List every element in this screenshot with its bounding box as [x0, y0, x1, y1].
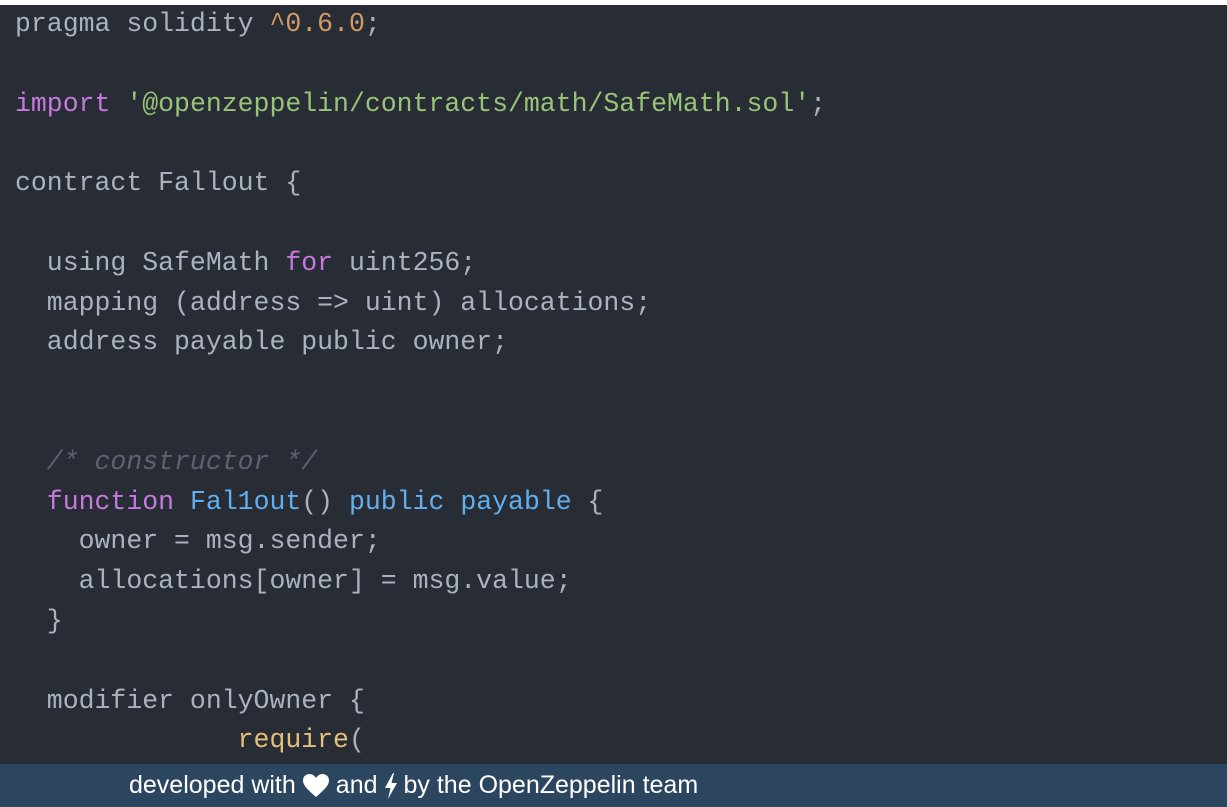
code-token-plain: uint256; — [333, 247, 477, 278]
code-token-string: '@openzeppelin/contracts/math/SafeMath.s… — [126, 88, 811, 119]
code-token-plain: contract Fallout { — [15, 168, 302, 199]
footer-credit: developed with and by the OpenZeppelin t… — [129, 764, 698, 807]
code-token-number: ^0.6.0 — [269, 9, 365, 39]
code-token-builtin: require — [237, 725, 349, 756]
code-token-plain: mapping (address => uint) allocations; — [15, 287, 652, 318]
code-token-plain: owner = msg.sender; — [15, 526, 381, 557]
code-block: pragma solidity ^0.6.0; import '@openzep… — [15, 5, 826, 761]
code-token-keyword: function — [46, 486, 175, 517]
code-line: owner = msg.sender; — [15, 522, 826, 562]
footer-middle: and — [335, 771, 378, 799]
code-token-plain: } — [15, 605, 63, 636]
code-token-plain: ( — [348, 725, 365, 756]
code-token-comment: /* constructor */ — [15, 446, 318, 477]
code-token-plain: { — [571, 486, 604, 517]
code-token-plain: () — [301, 486, 349, 517]
code-line: mapping (address => uint) allocations; — [15, 284, 826, 324]
code-line: using SafeMath for uint256; — [15, 244, 826, 284]
footer: developed with and by the OpenZeppelin t… — [0, 764, 1227, 807]
code-line: /* constructor */ — [15, 443, 826, 483]
heart-icon — [302, 773, 330, 798]
code-line: pragma solidity ^0.6.0; — [15, 5, 826, 45]
lightning-bolt-icon — [384, 772, 398, 799]
code-line: function Fal1out() public payable { — [15, 483, 826, 523]
code-token-fn: Fal1out — [189, 486, 302, 517]
footer-suffix: by the OpenZeppelin team — [403, 771, 699, 799]
code-line: contract Fallout { — [15, 164, 826, 204]
code-line: allocations[owner] = msg.value; — [15, 562, 826, 602]
code-token-fn: public — [349, 486, 445, 517]
code-line: import '@openzeppelin/contracts/math/Saf… — [15, 85, 826, 125]
footer-prefix: developed with — [129, 771, 296, 799]
code-token-plain: using SafeMath — [15, 247, 286, 278]
code-token-keyword: import — [15, 88, 111, 119]
code-line: modifier onlyOwner { — [15, 682, 826, 722]
code-line: address payable public owner; — [15, 323, 826, 363]
code-token-plain: address payable public owner; — [15, 327, 508, 358]
code-token-plain: ; — [364, 9, 381, 39]
code-token-plain: modifier onlyOwner { — [15, 685, 365, 716]
code-line: require( — [15, 721, 826, 761]
code-line: } — [15, 602, 826, 642]
code-viewer[interactable]: pragma solidity ^0.6.0; import '@openzep… — [0, 5, 1227, 764]
code-token-plain: allocations[owner] = msg.value; — [15, 566, 572, 597]
code-token-fn: payable — [460, 486, 572, 517]
code-token-keyword: for — [285, 247, 334, 278]
code-token-plain: ; — [810, 88, 827, 119]
code-token-plain: pragma solidity — [15, 9, 270, 39]
